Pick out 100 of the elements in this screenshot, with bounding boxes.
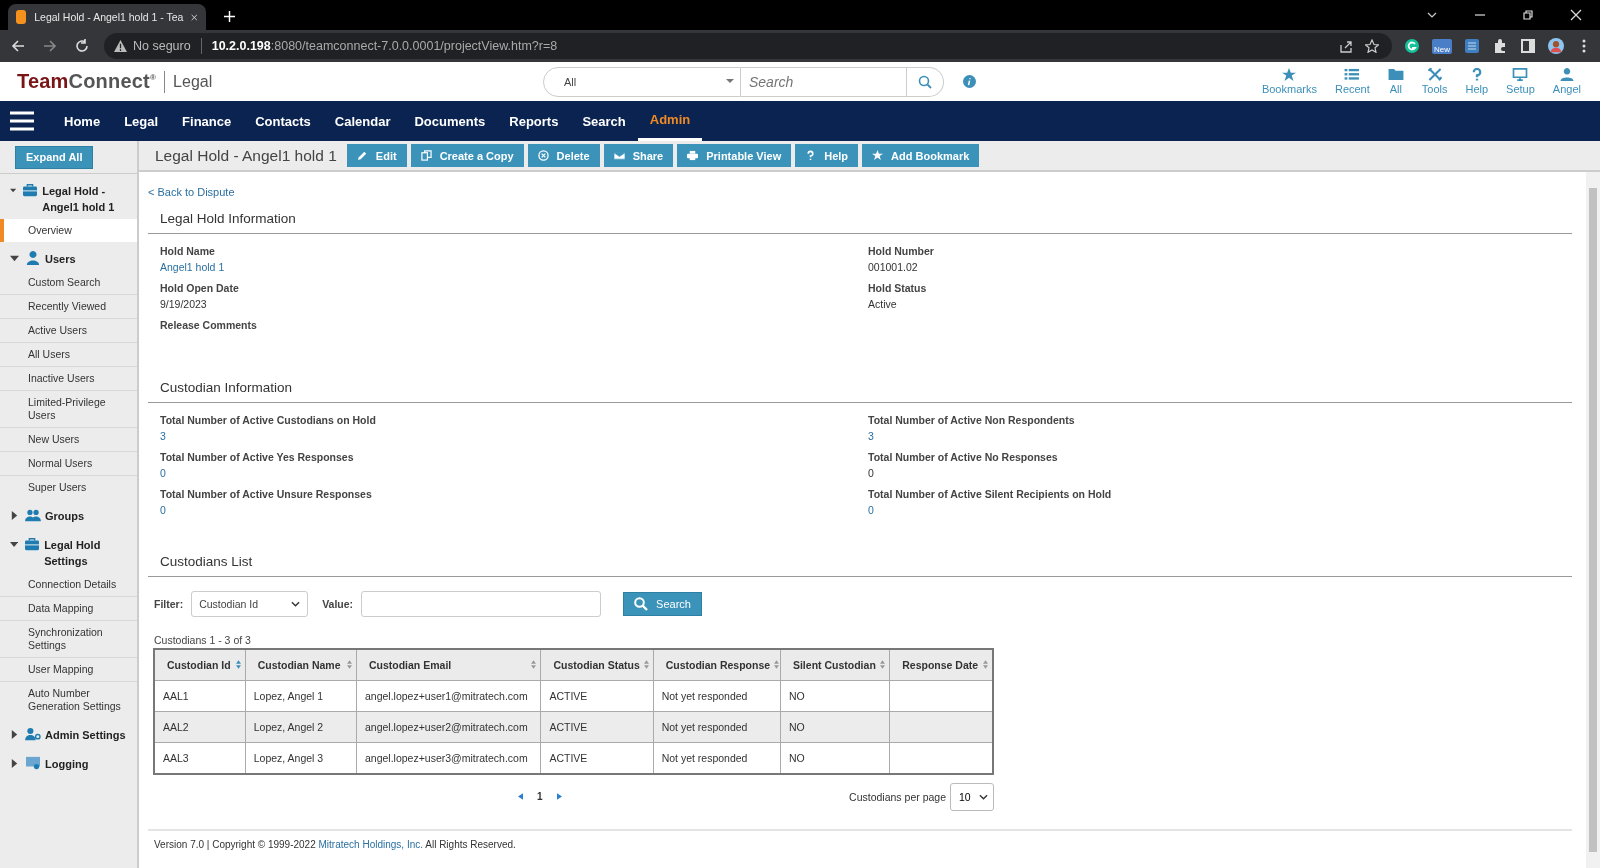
header-tool[interactable]: Angel xyxy=(1552,68,1581,95)
field-label: Hold Status xyxy=(868,281,928,296)
search-field[interactable]: Search xyxy=(741,66,907,97)
sidebar-group-label[interactable]: Logging xyxy=(45,756,89,772)
briefcase-icon xyxy=(24,537,41,551)
sidebar-group-label[interactable]: Legal Hold Settings xyxy=(44,537,137,569)
previous-page-icon[interactable] xyxy=(518,793,523,800)
filter-select[interactable]: Custodian Id xyxy=(191,591,309,617)
share-icon[interactable] xyxy=(1339,39,1353,53)
field-label: Total Number of Active Non Respondents xyxy=(868,413,1076,428)
sidebar-group-label[interactable]: Admin Settings xyxy=(45,727,126,743)
sidebar-item[interactable]: Synchronization Settings xyxy=(0,621,137,658)
sidebar-item[interactable]: Limited-Privilege Users xyxy=(0,391,137,428)
caret-icon[interactable] xyxy=(10,759,19,768)
header-tool[interactable]: Recent xyxy=(1334,68,1370,95)
sidebar-item[interactable]: Active Users xyxy=(0,319,137,343)
css-extension-icon[interactable] xyxy=(1464,38,1480,54)
company-link[interactable]: Mitratech Holdings, Inc. xyxy=(318,838,423,850)
caret-icon[interactable] xyxy=(10,730,19,739)
field-value-link[interactable]: 0 xyxy=(160,465,868,481)
page-number[interactable]: 1 xyxy=(537,791,543,802)
header-tool[interactable]: Tools xyxy=(1421,68,1448,95)
header-tool[interactable]: Setup xyxy=(1506,68,1535,95)
field-value-link[interactable]: 3 xyxy=(160,428,868,444)
field-label: Release Comments xyxy=(160,318,258,333)
nav-tab[interactable]: Documents xyxy=(402,101,498,141)
per-page-select[interactable]: 10 xyxy=(950,782,994,811)
sidebar-group-label[interactable]: Groups xyxy=(45,508,85,524)
nav-tab[interactable]: Finance xyxy=(170,101,244,141)
caret-icon[interactable] xyxy=(10,540,19,549)
sidebar-item[interactable]: Custom Search xyxy=(0,271,137,295)
sidebar-item[interactable]: New Users xyxy=(0,428,137,452)
sidebar-item[interactable]: Data Mapping xyxy=(0,597,137,621)
person-icon xyxy=(25,251,41,265)
nav-tab[interactable]: Calendar xyxy=(322,101,403,141)
back-arrow-icon[interactable] xyxy=(11,39,25,53)
caret-icon[interactable] xyxy=(10,254,19,263)
column-header[interactable]: Custodian Response xyxy=(653,649,781,680)
table-cell: AAL2 xyxy=(154,711,246,742)
reload-icon[interactable] xyxy=(75,39,89,53)
sidebar-item[interactable]: Recently Viewed xyxy=(0,295,137,319)
address-bar[interactable]: No seguro 10.2.0.198:8080/teamconnect-7.0.0.0001/projectView.htm?r=8 xyxy=(104,33,1392,59)
sidebar-item[interactable]: User Mapping xyxy=(0,658,137,682)
header-tool[interactable]: All xyxy=(1387,68,1404,95)
pencil-icon xyxy=(356,150,368,161)
nav-tab[interactable]: Search xyxy=(570,101,638,141)
column-header[interactable]: Response Date xyxy=(889,649,993,680)
field-value-link[interactable]: 3 xyxy=(868,428,1560,444)
new-tab-icon[interactable] xyxy=(224,11,235,22)
column-header[interactable]: Silent Custodian xyxy=(780,649,890,680)
field-value-link[interactable]: 0 xyxy=(868,502,1560,518)
caret-icon[interactable] xyxy=(10,511,19,520)
sidebar-group-label[interactable]: Legal Hold - Angel1 hold 1 xyxy=(42,183,137,215)
bookmark-star-icon[interactable] xyxy=(1365,39,1379,53)
avatar-icon[interactable] xyxy=(1548,38,1564,54)
column-header[interactable]: Custodian Name xyxy=(245,649,357,680)
column-header[interactable]: Custodian Id xyxy=(154,649,246,680)
restore-icon[interactable] xyxy=(1522,9,1534,21)
field-value-link[interactable]: Angel1 hold 1 xyxy=(160,259,868,275)
sidebar-item[interactable]: Normal Users xyxy=(0,452,137,476)
close-icon[interactable] xyxy=(1570,9,1582,21)
filter-label: Filter: xyxy=(154,598,184,610)
caret-icon[interactable] xyxy=(10,186,17,195)
scrollbar[interactable] xyxy=(1586,172,1600,868)
table-cell: angel.lopez+user2@mitratech.com xyxy=(356,711,541,742)
close-tab-icon[interactable] xyxy=(191,12,198,22)
info-icon[interactable] xyxy=(963,75,976,88)
column-header[interactable]: Custodian Status xyxy=(540,649,654,680)
footer-text: Version 7.0 | Copyright © 1999-2022 Mitratech Holdings, Inc. All Rights Reserved. xyxy=(148,828,1572,850)
nav-tab[interactable]: Legal xyxy=(112,101,171,141)
value-field[interactable] xyxy=(361,591,602,617)
menu-icon[interactable] xyxy=(10,111,34,131)
back-link[interactable]: < Back to Dispute xyxy=(148,186,1572,198)
sidebar-item[interactable]: Auto Number Generation Settings xyxy=(0,682,137,718)
nav-tab[interactable]: Reports xyxy=(497,101,571,141)
sidebar-item[interactable]: All Users xyxy=(0,343,137,367)
sidebar-item[interactable]: Super Users xyxy=(0,476,137,499)
teamconnect-logo[interactable]: TeamConnect$^{®}$ xyxy=(17,70,157,93)
sidebar-item[interactable]: Connection Details xyxy=(0,573,137,597)
header-tool[interactable]: Help xyxy=(1465,68,1489,95)
sidebar-group-label[interactable]: Users xyxy=(45,251,76,267)
browser-tab[interactable]: Legal Hold - Angel1 hold 1 - Tea xyxy=(8,4,206,30)
next-page-icon[interactable] xyxy=(556,793,562,800)
extension-badge[interactable]: New xyxy=(1432,38,1452,54)
sidebar-item[interactable]: Inactive Users xyxy=(0,367,137,391)
caret-icon xyxy=(979,793,988,800)
url-path: :8080/teamconnect-7.0.0.0001/projectView.htm?r=8 xyxy=(270,39,558,53)
puzzle-icon[interactable] xyxy=(1492,38,1508,54)
table-cell: NO xyxy=(780,711,890,742)
grammar-extension-icon[interactable] xyxy=(1404,38,1420,54)
value-label: Value: xyxy=(322,598,354,610)
side-panel-icon[interactable] xyxy=(1520,38,1536,54)
column-header[interactable]: Custodian Email xyxy=(356,649,541,680)
field-value-link[interactable]: 0 xyxy=(160,502,868,518)
nav-tab[interactable]: Contacts xyxy=(243,101,323,141)
copy-icon xyxy=(420,150,432,161)
forward-arrow-icon[interactable] xyxy=(43,39,57,53)
sidebar-item[interactable]: Overview xyxy=(0,219,137,242)
header-tool[interactable]: Bookmarks xyxy=(1261,68,1317,95)
nav-tab[interactable]: Home xyxy=(52,101,113,141)
